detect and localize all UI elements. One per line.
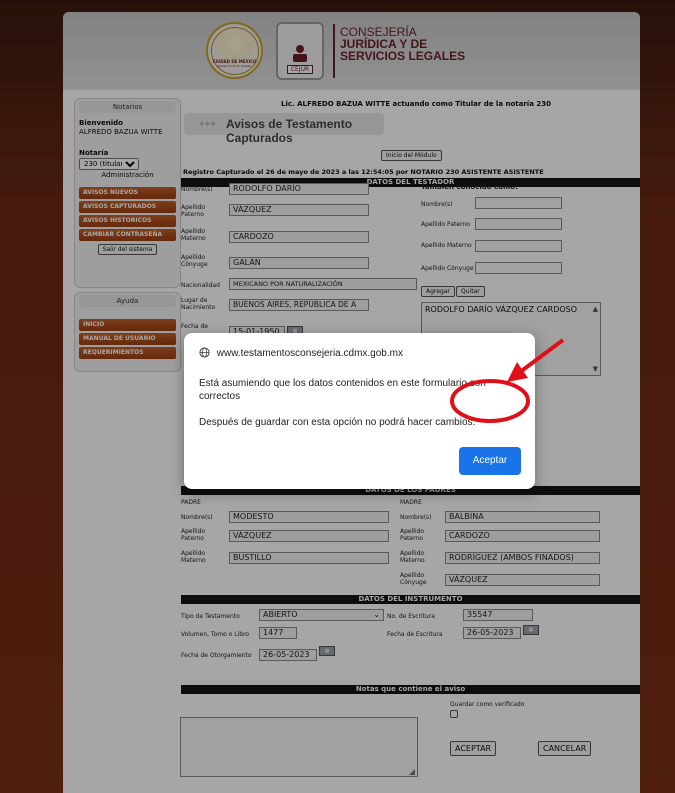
confirm-dialog: www.testamentosconsejeria.cdmx.gob.mx Es…	[184, 333, 535, 489]
dialog-site: www.testamentosconsejeria.cdmx.gob.mx	[199, 347, 403, 359]
dialog-message-2: Después de guardar con esta opción no po…	[199, 417, 476, 428]
dialog-site-text: www.testamentosconsejeria.cdmx.gob.mx	[216, 348, 403, 359]
dialog-ok-button[interactable]: Aceptar	[459, 447, 521, 475]
dialog-message-1: Está asumiendo que los datos contenidos …	[199, 378, 486, 402]
globe-icon	[199, 347, 210, 358]
